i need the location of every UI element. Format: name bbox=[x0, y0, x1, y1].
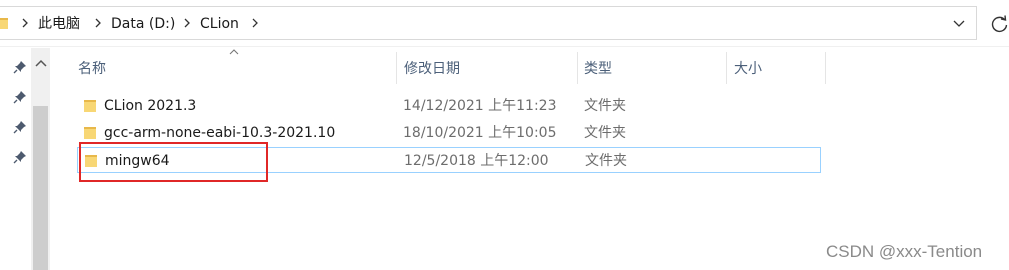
file-type: 文件夹 bbox=[584, 98, 626, 114]
column-header-type[interactable]: 类型 bbox=[584, 54, 724, 84]
chevron-down-icon[interactable] bbox=[952, 16, 966, 30]
file-type: 文件夹 bbox=[584, 125, 626, 141]
refresh-icon[interactable] bbox=[990, 14, 1009, 34]
pin-icon[interactable] bbox=[13, 150, 27, 164]
address-bar[interactable]: 此电脑 Data (D:) CLion bbox=[0, 0, 1009, 48]
pin-icon[interactable] bbox=[13, 120, 27, 134]
column-divider[interactable] bbox=[577, 52, 578, 84]
chevron-right-icon[interactable] bbox=[250, 16, 260, 30]
scroll-up-icon[interactable] bbox=[35, 58, 47, 68]
file-name: CLion 2021.3 bbox=[104, 98, 197, 114]
breadcrumb-this-pc[interactable]: 此电脑 bbox=[38, 15, 80, 33]
chevron-right-icon[interactable] bbox=[93, 16, 103, 30]
pin-icon[interactable] bbox=[13, 60, 27, 74]
breadcrumb-clion[interactable]: CLion bbox=[200, 15, 239, 33]
column-divider[interactable] bbox=[396, 52, 397, 84]
column-divider[interactable] bbox=[726, 52, 727, 84]
folder-icon bbox=[84, 127, 96, 139]
divider bbox=[0, 46, 1009, 47]
file-date: 14/12/2021 上午11:23 bbox=[403, 98, 557, 114]
column-header-name[interactable]: 名称 bbox=[78, 54, 396, 84]
folder-icon bbox=[84, 100, 96, 112]
column-header-size[interactable]: 大小 bbox=[734, 54, 824, 84]
file-type: 文件夹 bbox=[585, 153, 627, 169]
chevron-right-icon[interactable] bbox=[20, 16, 30, 30]
watermark: CSDN @xxx-Tention bbox=[826, 242, 983, 261]
folder-icon bbox=[0, 18, 8, 29]
nav-scroll-thumb[interactable] bbox=[33, 106, 48, 270]
chevron-right-icon[interactable] bbox=[182, 16, 192, 30]
pin-icon[interactable] bbox=[13, 90, 27, 104]
file-row[interactable]: CLion 2021.3 14/12/2021 上午11:23 文件夹 bbox=[77, 93, 821, 119]
file-date: 12/5/2018 上午12:00 bbox=[404, 153, 549, 169]
column-header-date[interactable]: 修改日期 bbox=[404, 54, 576, 84]
file-date: 18/10/2021 上午10:05 bbox=[403, 125, 557, 141]
column-divider[interactable] bbox=[825, 52, 826, 84]
annotation-highlight-box bbox=[79, 142, 268, 182]
breadcrumb-drive[interactable]: Data (D:) bbox=[111, 15, 175, 33]
